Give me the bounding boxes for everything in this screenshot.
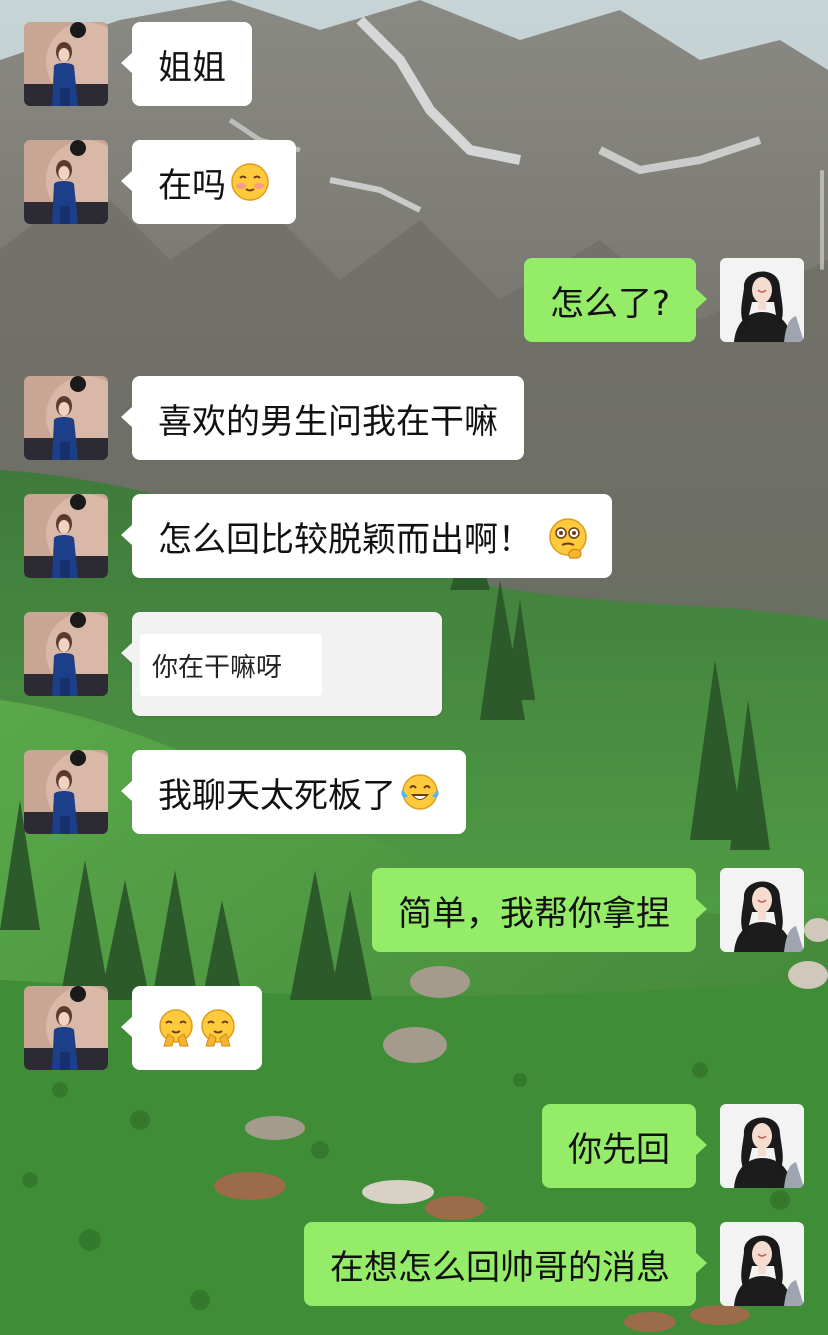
sender-avatar[interactable] xyxy=(24,494,108,578)
sender-avatar[interactable] xyxy=(24,750,108,834)
message-bubble[interactable]: 怎么了? xyxy=(523,258,708,342)
message-bubble[interactable]: 在想怎么回帅哥的消息 xyxy=(304,1222,707,1306)
sender-avatar[interactable] xyxy=(24,376,108,460)
message-bubble[interactable]: 怎么回比较脱颖而出啊！ xyxy=(121,494,612,578)
message-bubble[interactable]: 姐姐 xyxy=(121,22,252,106)
sender-avatar[interactable] xyxy=(24,612,108,696)
message-text: 姐姐 xyxy=(158,47,226,88)
my-avatar[interactable] xyxy=(720,1104,804,1188)
message-text: 怎么回比较脱颖而出啊！ xyxy=(158,519,532,560)
message-text: 喜欢的男生问我在干嘛 xyxy=(158,401,498,442)
quoted-message-card[interactable]: 你在干嘛呀 xyxy=(121,612,442,716)
sender-avatar[interactable] xyxy=(24,22,108,106)
message-text: 你先回 xyxy=(568,1129,670,1170)
message-text: 在吗 xyxy=(158,165,226,206)
my-avatar[interactable] xyxy=(720,258,804,342)
tears-of-joy-emoji-icon xyxy=(400,772,440,812)
sender-avatar[interactable] xyxy=(24,140,108,224)
message-bubble[interactable]: 你先回 xyxy=(542,1104,707,1188)
message-bubble[interactable]: 在吗 xyxy=(121,140,296,224)
quoted-message-text: 你在干嘛呀 xyxy=(140,634,322,696)
sender-avatar[interactable] xyxy=(24,986,108,1070)
message-text: 我聊天太死板了 xyxy=(158,775,396,816)
message-bubble[interactable] xyxy=(121,986,262,1070)
message-bubble[interactable]: 喜欢的男生问我在干嘛 xyxy=(121,376,524,460)
thinking-face-emoji-icon xyxy=(546,516,587,559)
my-avatar[interactable] xyxy=(720,868,804,952)
pleading-hands-emoji-icon xyxy=(198,1008,238,1048)
pleading-hands-emoji-icon xyxy=(156,1008,196,1048)
message-text: 在想怎么回帅哥的消息 xyxy=(330,1247,670,1288)
message-bubble[interactable]: 我聊天太死板了 xyxy=(121,750,466,834)
scrollbar[interactable] xyxy=(820,170,824,270)
message-text: 简单，我帮你拿捏 xyxy=(398,893,670,934)
message-bubble[interactable]: 简单，我帮你拿捏 xyxy=(372,868,707,952)
message-text: 怎么了? xyxy=(549,283,670,324)
blushing-face-emoji-icon xyxy=(230,162,270,202)
my-avatar[interactable] xyxy=(720,1222,804,1306)
